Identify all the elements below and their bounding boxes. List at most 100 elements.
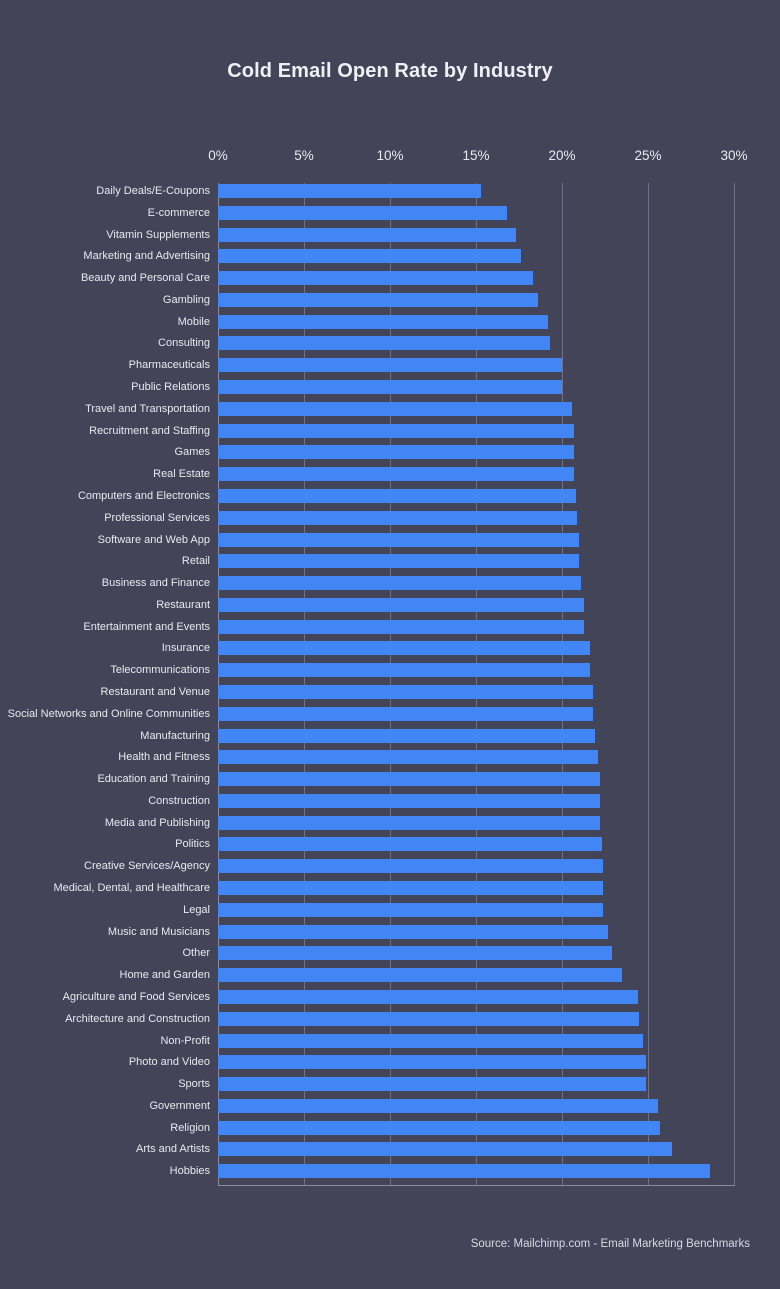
category-label: Politics xyxy=(175,838,210,851)
bar-row: Gambling xyxy=(0,292,780,313)
x-axis-tick-label: 10% xyxy=(376,148,404,163)
bar[interactable] xyxy=(218,510,578,525)
bar-row: Home and Garden xyxy=(0,967,780,988)
bar-row: Sports xyxy=(0,1076,780,1097)
bar[interactable] xyxy=(218,1164,710,1179)
bar[interactable] xyxy=(218,576,581,591)
category-label: Travel and Transportation xyxy=(85,402,210,415)
category-label: Vitamin Supplements xyxy=(106,228,210,241)
bar-row: Politics xyxy=(0,836,780,857)
bar[interactable] xyxy=(218,184,482,198)
bar[interactable] xyxy=(218,1033,643,1048)
bar[interactable] xyxy=(218,750,599,765)
bar[interactable] xyxy=(218,336,550,351)
category-label: Legal xyxy=(183,903,210,916)
bar[interactable] xyxy=(218,902,604,917)
category-label: Consulting xyxy=(158,337,210,350)
bar[interactable] xyxy=(218,837,602,852)
bar-row: Business and Finance xyxy=(0,575,780,596)
bar-row: Retail xyxy=(0,553,780,574)
bar[interactable] xyxy=(218,401,573,416)
x-axis-tick-labels: 0% 5% 10% 15% 20% 25% 30% xyxy=(0,148,780,170)
bar-row: Professional Services xyxy=(0,510,780,531)
category-label: Home and Garden xyxy=(119,969,211,982)
category-label: Religion xyxy=(170,1121,210,1134)
bar-row: Agriculture and Food Services xyxy=(0,989,780,1010)
bar[interactable] xyxy=(218,597,585,612)
bar[interactable] xyxy=(218,881,604,896)
category-label: Mobile xyxy=(177,315,210,328)
bar[interactable] xyxy=(218,641,590,656)
bar-row: Entertainment and Events xyxy=(0,619,780,640)
bar-row: E-commerce xyxy=(0,205,780,226)
source-note: Source: Mailchimp.com - Email Marketing … xyxy=(470,1238,750,1250)
category-label: Recruitment and Staffing xyxy=(89,424,210,437)
bar[interactable] xyxy=(218,488,576,503)
category-label: Retail xyxy=(181,555,210,568)
category-label: Medical, Dental, and Healthcare xyxy=(53,882,210,895)
bar[interactable] xyxy=(218,205,507,220)
bar[interactable] xyxy=(218,1120,661,1135)
category-label: Restaurant xyxy=(156,598,210,611)
bar-row: Health and Fitness xyxy=(0,749,780,770)
bar[interactable] xyxy=(218,1055,647,1070)
bar-row: Creative Services/Agency xyxy=(0,858,780,879)
category-label: Construction xyxy=(148,794,210,807)
bar[interactable] xyxy=(218,380,562,395)
bar-row: Vitamin Supplements xyxy=(0,227,780,248)
bar[interactable] xyxy=(218,423,575,438)
bar-row: Computers and Electronics xyxy=(0,488,780,509)
bar-row: Pharmaceuticals xyxy=(0,357,780,378)
bar[interactable] xyxy=(218,924,609,939)
bar[interactable] xyxy=(218,619,585,634)
bar[interactable] xyxy=(218,292,538,307)
category-label: Non-Profit xyxy=(160,1034,210,1047)
bar-row: Architecture and Construction xyxy=(0,1011,780,1032)
bar[interactable] xyxy=(218,1077,647,1092)
bar-row: Non-Profit xyxy=(0,1033,780,1054)
bar[interactable] xyxy=(218,271,533,286)
category-label: Professional Services xyxy=(104,511,210,524)
bar[interactable] xyxy=(218,706,593,721)
bar[interactable] xyxy=(218,227,516,242)
bar[interactable] xyxy=(218,859,604,874)
bar[interactable] xyxy=(218,358,562,373)
bar-row: Social Networks and Online Communities xyxy=(0,706,780,727)
bar[interactable] xyxy=(218,989,638,1004)
bar[interactable] xyxy=(218,685,593,699)
bar-row: Photo and Video xyxy=(0,1054,780,1075)
category-label: Software and Web App xyxy=(97,533,210,546)
bar[interactable] xyxy=(218,793,600,808)
bar-row: Media and Publishing xyxy=(0,815,780,836)
bar[interactable] xyxy=(218,815,600,830)
bar[interactable] xyxy=(218,1011,640,1026)
x-axis-tick-label: 15% xyxy=(462,148,490,163)
bar[interactable] xyxy=(218,249,521,264)
x-axis-tick-label: 20% xyxy=(548,148,576,163)
category-label: Business and Finance xyxy=(101,577,210,590)
bar[interactable] xyxy=(218,467,575,482)
x-axis-tick-label: 30% xyxy=(720,148,748,163)
bar[interactable] xyxy=(218,314,549,329)
bar[interactable] xyxy=(218,554,580,569)
bar-row: Legal xyxy=(0,902,780,923)
category-label: Government xyxy=(149,1099,210,1112)
bar-row: Religion xyxy=(0,1120,780,1141)
category-label: Computers and Electronics xyxy=(77,489,210,502)
category-label: Gambling xyxy=(162,293,210,306)
bar[interactable] xyxy=(218,663,590,678)
bar[interactable] xyxy=(218,728,595,743)
bar[interactable] xyxy=(218,772,600,787)
bar-row: Restaurant and Venue xyxy=(0,684,780,705)
bar[interactable] xyxy=(218,946,612,961)
x-axis-tick-label: 5% xyxy=(294,148,314,163)
bar[interactable] xyxy=(218,1142,673,1157)
bar[interactable] xyxy=(218,1098,659,1113)
bar[interactable] xyxy=(218,445,575,460)
bar[interactable] xyxy=(218,532,580,547)
category-label: E-commerce xyxy=(147,206,210,219)
bar[interactable] xyxy=(218,968,623,983)
category-label: Manufacturing xyxy=(140,729,210,742)
bar-row: Real Estate xyxy=(0,466,780,487)
category-label: Restaurant and Venue xyxy=(100,686,210,698)
